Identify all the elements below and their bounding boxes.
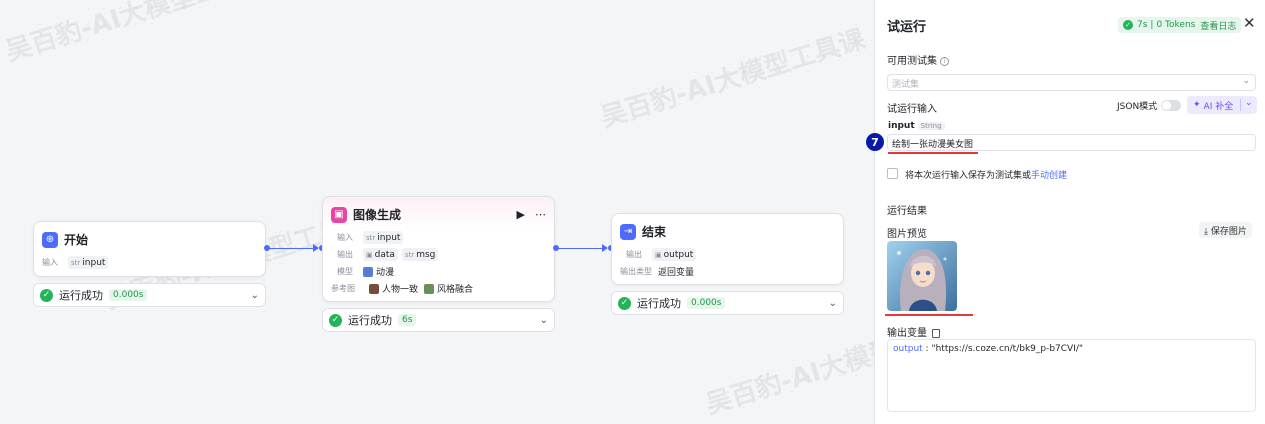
- download-icon: ⤓: [1204, 227, 1208, 237]
- output-var-label: 输出变量: [887, 324, 940, 339]
- close-icon[interactable]: ✕: [1243, 14, 1256, 32]
- chevron-down-icon[interactable]: ⌄: [251, 290, 259, 301]
- run-input-label: 试运行输入: [887, 104, 937, 115]
- panel-title: 试运行: [887, 20, 927, 35]
- run-summary-badge: ✓ 7s | 0 Tokens 查看日志: [1118, 17, 1242, 33]
- success-check-icon: ✓: [329, 313, 342, 327]
- step-number-badge: 7: [866, 133, 884, 151]
- ref-thumb-icon: [424, 283, 435, 294]
- testset-label: 可用测试集 i: [887, 52, 949, 67]
- more-icon[interactable]: ⋯: [535, 208, 546, 221]
- success-check-icon: ✓: [618, 296, 631, 310]
- chevron-down-icon[interactable]: ⌄: [540, 315, 548, 326]
- end-run-status[interactable]: ✓ 运行成功 0.000s ⌄: [611, 291, 844, 315]
- output-variable-box[interactable]: output : "https://s.coze.cn/t/bk9_p-b7CV…: [887, 339, 1256, 412]
- image-type-icon: ▣: [655, 250, 662, 259]
- success-check-icon: ✓: [40, 288, 53, 302]
- start-run-status[interactable]: ✓ 运行成功 0.000s ⌄: [33, 283, 266, 307]
- anime-girl-image: [887, 241, 957, 311]
- ref-thumb-icon: [369, 283, 379, 294]
- end-icon: ⇥: [620, 223, 636, 240]
- chevron-down-icon: ⌄: [1245, 98, 1253, 108]
- watermark: 吴百豹-AI大模型工具课: [2, 0, 274, 68]
- image-gen-node[interactable]: ▣ 图像生成 ▶ ⋯ 输入 str input 输出 ▣ data str msg 模…: [322, 196, 555, 302]
- save-image-button[interactable]: ⤓ 保存图片: [1199, 222, 1252, 238]
- start-node[interactable]: ⊕ 开始 输入 str input: [33, 221, 266, 277]
- workflow-canvas[interactable]: 吴百豹-AI大模型工具课 吴百豹-AI大模型工具课 吴百豹-AI大模型工具课 吴…: [0, 0, 874, 424]
- edge: [558, 248, 605, 249]
- end-node[interactable]: ⇥ 结束 输出 ▣ output 输出类型 返回变量: [611, 213, 844, 285]
- generated-image-preview[interactable]: [887, 241, 957, 311]
- testset-select[interactable]: 测试集 ⌄: [887, 74, 1256, 91]
- image-gen-run-status[interactable]: ✓ 运行成功 6s ⌄: [322, 308, 555, 332]
- edge: [269, 248, 316, 249]
- success-check-icon: ✓: [1123, 20, 1133, 30]
- start-icon: ⊕: [42, 231, 58, 248]
- json-mode-toggle[interactable]: JSON模式: [1117, 99, 1182, 112]
- node-title: 开始: [64, 233, 89, 247]
- manual-create-link[interactable]: 手动创建: [1031, 171, 1067, 181]
- chevron-down-icon: ⌄: [1242, 76, 1250, 86]
- result-label: 运行结果: [887, 206, 927, 217]
- model-thumb-icon: [363, 266, 373, 277]
- copy-icon[interactable]: [932, 328, 940, 338]
- input-value-field[interactable]: 绘制一张动漫美女图: [887, 134, 1256, 151]
- image-type-icon: ▣: [366, 250, 373, 259]
- sparkle-icon: ✦: [1193, 100, 1201, 110]
- input-param-name: input String: [888, 121, 945, 131]
- watermark: 吴百豹-AI大模型工具课: [702, 311, 874, 421]
- view-log-link[interactable]: 查看日志: [1200, 19, 1236, 32]
- save-testset-note: 将本次运行输入保存为测试集或手动创建: [905, 171, 1068, 181]
- toggle-switch: [1161, 100, 1182, 111]
- save-testset-checkbox[interactable]: [887, 168, 898, 179]
- run-icon[interactable]: ▶: [517, 208, 525, 221]
- info-icon: i: [940, 56, 949, 66]
- ai-fill-button[interactable]: ✦ AI 补全 ⌄: [1187, 96, 1257, 114]
- test-run-panel: 试运行 ✓ 7s | 0 Tokens 查看日志 ✕ 可用测试集 i 测试集 ⌄ 试运…: [874, 0, 1265, 424]
- annotation-underline: [885, 314, 973, 316]
- watermark: 吴百豹-AI大模型工具课: [597, 24, 869, 134]
- chevron-down-icon[interactable]: ⌄: [829, 298, 837, 309]
- param-tag: str input: [68, 256, 109, 269]
- image-icon: ▣: [331, 206, 347, 223]
- annotation-underline: [888, 152, 978, 154]
- image-preview-label: 图片预览: [887, 229, 927, 240]
